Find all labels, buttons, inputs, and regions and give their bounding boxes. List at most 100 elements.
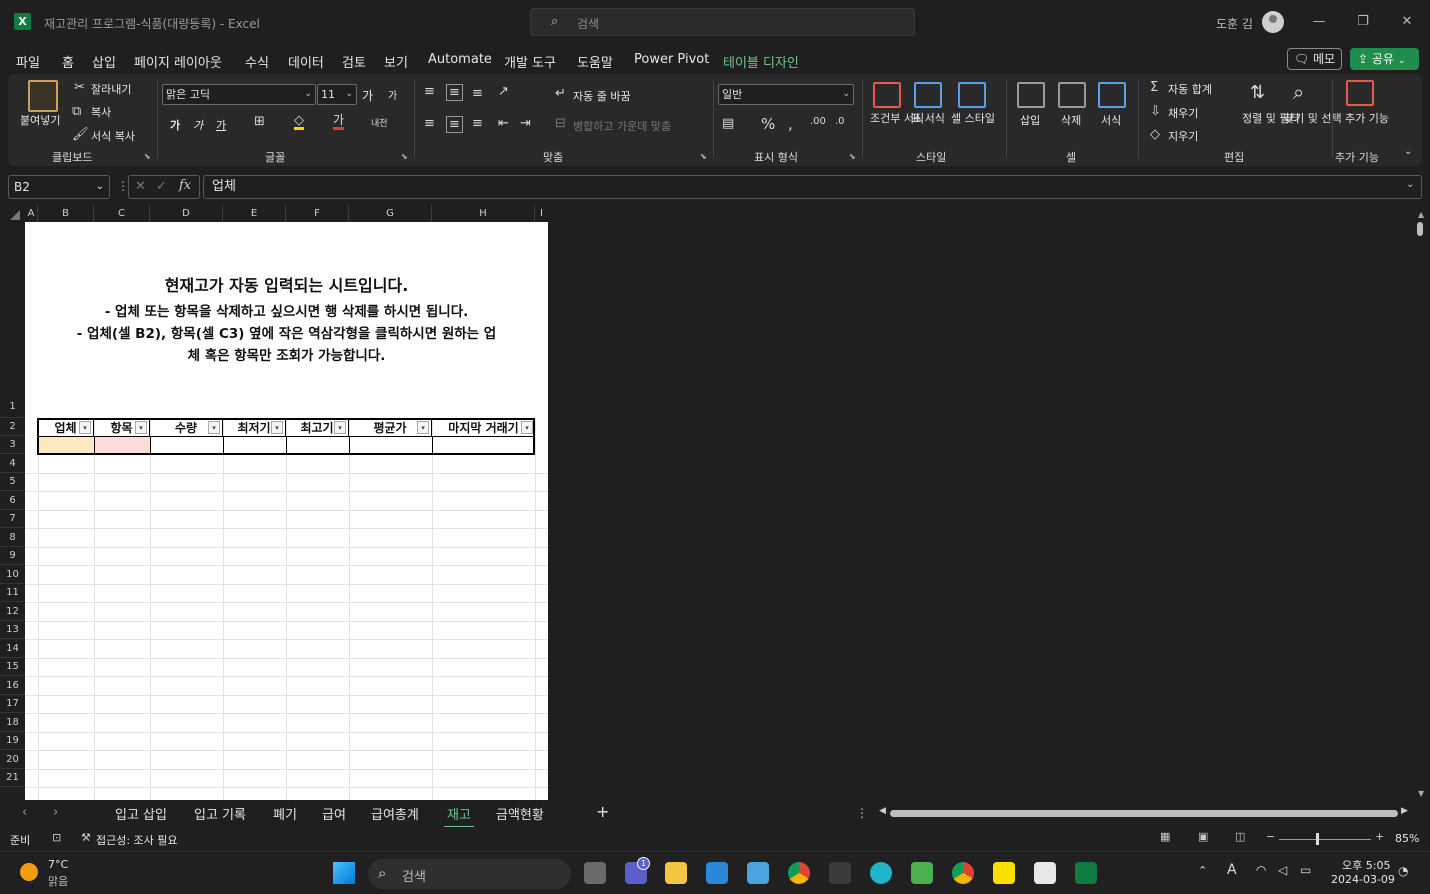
bell-icon[interactable]: ◔: [1398, 864, 1408, 878]
clear-button[interactable]: 지우기: [1168, 128, 1198, 144]
fill-color-icon[interactable]: ◇: [294, 114, 304, 130]
vertical-scrollbar[interactable]: [1417, 222, 1423, 236]
row-header[interactable]: 9: [0, 547, 25, 565]
row-header[interactable]: 1: [0, 222, 25, 418]
zoom-slider[interactable]: [1279, 839, 1371, 840]
format-as-table-button[interactable]: 표 서식: [910, 112, 946, 126]
autosum-button[interactable]: 자동 합계: [1168, 81, 1212, 97]
accounting-format-icon[interactable]: ▤: [722, 116, 734, 131]
dialog-launcher-icon[interactable]: ⬊: [144, 152, 151, 161]
search-input[interactable]: ⌕ 검색: [530, 8, 915, 36]
merge-center-button[interactable]: 병합하고 가운데 맞춤: [573, 118, 671, 134]
sheet-tab[interactable]: 금액현황: [496, 804, 544, 823]
tab-help[interactable]: 도움말: [577, 52, 613, 71]
ime-icon[interactable]: A: [1227, 862, 1237, 878]
calculator-icon[interactable]: [829, 862, 851, 884]
italic-button[interactable]: 가: [193, 117, 203, 133]
grow-font-button[interactable]: 가: [362, 87, 373, 104]
worksheet[interactable]: 현재고가 자동 입력되는 시트입니다. - 업체 또는 항목을 삭제하고 싶으시…: [25, 222, 548, 800]
align-left-icon[interactable]: ≡: [424, 116, 435, 131]
page-layout-view-icon[interactable]: ▣: [1198, 830, 1208, 843]
bold-button[interactable]: 가: [170, 117, 180, 133]
row-header[interactable]: 14: [0, 639, 25, 658]
snipping-tool-icon[interactable]: [1034, 862, 1056, 884]
scroll-left-icon[interactable]: ◀: [879, 806, 886, 816]
paste-button[interactable]: 붙여넣기: [20, 112, 60, 128]
row-header[interactable]: 18: [0, 713, 25, 732]
row-header[interactable]: 15: [0, 658, 25, 676]
row-header[interactable]: 11: [0, 584, 25, 602]
add-sheet-button[interactable]: +: [596, 802, 609, 821]
chrome-profile-icon[interactable]: [952, 862, 974, 884]
dialog-launcher-icon[interactable]: ⬊: [401, 152, 408, 161]
orientation-icon[interactable]: ↗: [498, 84, 509, 99]
increase-indent-icon[interactable]: ⇥: [520, 116, 531, 131]
row-header[interactable]: 5: [0, 473, 25, 491]
percent-icon[interactable]: %: [761, 115, 775, 133]
tab-table-design[interactable]: 테이블 디자인: [723, 52, 799, 71]
sheet-tab-active[interactable]: 재고: [444, 804, 474, 828]
align-top-icon[interactable]: ≡: [424, 84, 435, 99]
underline-button[interactable]: 가: [216, 117, 226, 133]
row-header[interactable]: 13: [0, 621, 25, 639]
borders-icon[interactable]: ⊞: [254, 114, 265, 129]
row-header[interactable]: 2: [0, 418, 25, 436]
file-explorer-icon[interactable]: [665, 862, 687, 884]
row-header[interactable]: 19: [0, 732, 25, 750]
row-header[interactable]: 12: [0, 602, 25, 621]
chevron-up-icon[interactable]: ⌃: [1198, 864, 1207, 877]
row-header[interactable]: 3: [0, 436, 25, 454]
tab-automate[interactable]: Automate: [428, 52, 492, 67]
sheet-tab[interactable]: 폐기: [273, 804, 297, 823]
row-header[interactable]: 8: [0, 528, 25, 547]
align-right-icon[interactable]: ≡: [472, 116, 483, 131]
increase-decimal-icon[interactable]: .00: [810, 116, 826, 127]
normal-view-icon[interactable]: ▦: [1160, 830, 1170, 843]
wrap-text-button[interactable]: 자동 줄 바꿈: [573, 88, 631, 104]
row-header[interactable]: 20: [0, 750, 25, 769]
more-icon[interactable]: ⋮: [856, 806, 868, 820]
zoom-slider-thumb[interactable]: [1316, 833, 1319, 845]
row-header[interactable]: 21: [0, 769, 25, 787]
weather-description[interactable]: 맑음: [48, 873, 68, 889]
clock-time[interactable]: 오후 5:05: [1342, 857, 1390, 873]
row-header[interactable]: 7: [0, 510, 25, 528]
column-header-d[interactable]: D: [150, 205, 223, 222]
column-header-f[interactable]: F: [286, 205, 349, 222]
clock-date[interactable]: 2024-03-09: [1331, 873, 1395, 886]
dialog-launcher-icon[interactable]: ⬊: [700, 152, 707, 161]
weather-temperature[interactable]: 7°C: [48, 858, 68, 871]
align-bottom-icon[interactable]: ≡: [472, 86, 483, 101]
user-name[interactable]: 도훈 김: [1216, 15, 1253, 32]
collapse-ribbon-icon[interactable]: ⌄: [1404, 146, 1412, 157]
close-button[interactable]: ✕: [1392, 10, 1422, 34]
insert-cells-button[interactable]: 삽입: [1020, 112, 1040, 128]
column-header-e[interactable]: E: [223, 205, 286, 222]
avatar[interactable]: [1262, 11, 1284, 33]
row-header[interactable]: 6: [0, 491, 25, 510]
macro-record-icon[interactable]: ⊡: [52, 831, 61, 844]
column-header-i[interactable]: I: [535, 205, 548, 222]
accessibility-status[interactable]: 접근성: 조사 필요: [96, 832, 178, 848]
align-center-icon[interactable]: ≡: [446, 116, 463, 133]
column-header-c[interactable]: C: [94, 205, 150, 222]
sort-filter-button[interactable]: 정렬 및 필터: [1242, 112, 1300, 126]
kakaotalk-icon[interactable]: [993, 862, 1015, 884]
next-sheet-icon[interactable]: ›: [53, 805, 58, 820]
tab-file[interactable]: 파일: [16, 52, 40, 71]
weather-sun-icon[interactable]: [20, 863, 38, 881]
battery-icon[interactable]: ▭: [1300, 863, 1311, 877]
find-select-button[interactable]: 찾기 및 선택: [1284, 112, 1342, 126]
wifi-icon[interactable]: ◠: [1256, 863, 1266, 877]
sheet-tab[interactable]: 급여: [322, 804, 346, 823]
windows-start-icon[interactable]: [333, 862, 355, 884]
scroll-right-icon[interactable]: ▶: [1401, 806, 1408, 816]
phonetic-icon[interactable]: 내천: [371, 116, 388, 129]
delete-cells-button[interactable]: 삭제: [1061, 112, 1081, 128]
dialog-launcher-icon[interactable]: ⬊: [849, 152, 856, 161]
paste-icon[interactable]: [28, 80, 58, 112]
chat-icon[interactable]: [911, 862, 933, 884]
font-size-select[interactable]: 11 ⌄: [317, 84, 357, 105]
page-break-view-icon[interactable]: ◫: [1235, 830, 1245, 843]
column-header-h[interactable]: H: [432, 205, 535, 222]
